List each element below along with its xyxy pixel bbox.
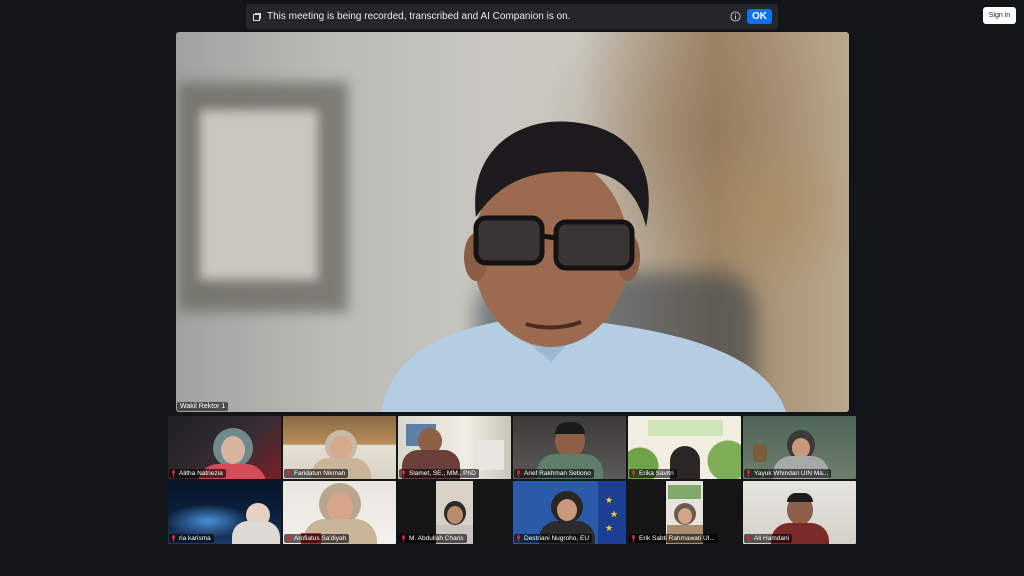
mic-muted-icon xyxy=(632,535,635,542)
mic-muted-icon xyxy=(517,535,520,542)
participant-name-label: Faridatun Nikmah xyxy=(284,469,349,478)
participant-name-label: Destriani Nugroho, EU xyxy=(514,534,593,543)
eu-flag-stars: ★ ★ ★ xyxy=(605,496,618,534)
participant-name-label: Arofiatus Sa'diyah xyxy=(284,534,350,543)
participant-name-label: Arief Rakhman Setiono xyxy=(514,469,594,478)
participant-tile[interactable]: ria karisma xyxy=(168,481,281,544)
participant-tile[interactable]: Alitha Natriezia xyxy=(168,416,281,479)
sign-in-button[interactable]: Sign in xyxy=(983,7,1016,24)
mic-muted-icon xyxy=(287,535,290,542)
svg-text:★: ★ xyxy=(610,510,618,520)
mic-muted-icon xyxy=(747,535,750,542)
speaker-name-label: Wakil Rektor 1 xyxy=(177,402,229,411)
svg-text:★: ★ xyxy=(605,524,613,534)
mic-muted-icon xyxy=(172,535,175,542)
mic-muted-icon xyxy=(402,535,405,542)
participant-name-label: ria karisma xyxy=(169,534,214,543)
mic-muted-icon xyxy=(747,470,750,477)
mic-muted-icon xyxy=(517,470,520,477)
recording-banner: This meeting is being recorded, transcri… xyxy=(246,4,778,29)
participant-name-label: Erik Sabti Rahmawati UI... xyxy=(629,534,718,543)
participant-tile[interactable]: Arofiatus Sa'diyah xyxy=(283,481,396,544)
recording-icon xyxy=(253,12,261,21)
participant-tile[interactable]: Yayuk Whindari UIN Ma... xyxy=(743,416,856,479)
svg-text:★: ★ xyxy=(605,496,613,506)
recording-notice-text: This meeting is being recorded, transcri… xyxy=(267,11,571,22)
speaker-figure xyxy=(381,121,786,412)
participant-name-label: Erika Savitri xyxy=(629,469,677,478)
ok-button[interactable]: OK xyxy=(747,9,772,24)
participant-tile[interactable]: Slamet, SE., MM., PhD xyxy=(398,416,511,479)
participant-name-label: Alitha Natriezia xyxy=(169,469,226,478)
participant-name-label: Yayuk Whindari UIN Ma... xyxy=(744,469,832,478)
participant-tile[interactable]: Erik Sabti Rahmawati UI... xyxy=(628,481,741,544)
participant-tile[interactable]: Faridatun Nikmah xyxy=(283,416,396,479)
participant-gallery: Alitha Natriezia Faridatun Nikmah Slamet… xyxy=(168,416,856,545)
info-icon[interactable] xyxy=(730,11,741,22)
participant-name-label: Ali Hamdani xyxy=(744,534,793,543)
participant-tile[interactable]: ★ ★ ★ Destriani Nugroho, EU xyxy=(513,481,626,544)
active-speaker-video[interactable]: Wakil Rektor 1 xyxy=(176,32,849,412)
mic-muted-icon xyxy=(632,470,635,477)
mic-muted-icon xyxy=(402,470,405,477)
participant-tile[interactable]: Ali Hamdani xyxy=(743,481,856,544)
mic-muted-icon xyxy=(172,470,175,477)
participant-name-label: M. Abdullah Charis xyxy=(399,534,467,543)
participant-tile[interactable]: Erika Savitri xyxy=(628,416,741,479)
mic-muted-icon xyxy=(287,470,290,477)
participant-tile[interactable]: M. Abdullah Charis xyxy=(398,481,511,544)
participant-tile[interactable]: Arief Rakhman Setiono xyxy=(513,416,626,479)
participant-name-label: Slamet, SE., MM., PhD xyxy=(399,469,479,478)
